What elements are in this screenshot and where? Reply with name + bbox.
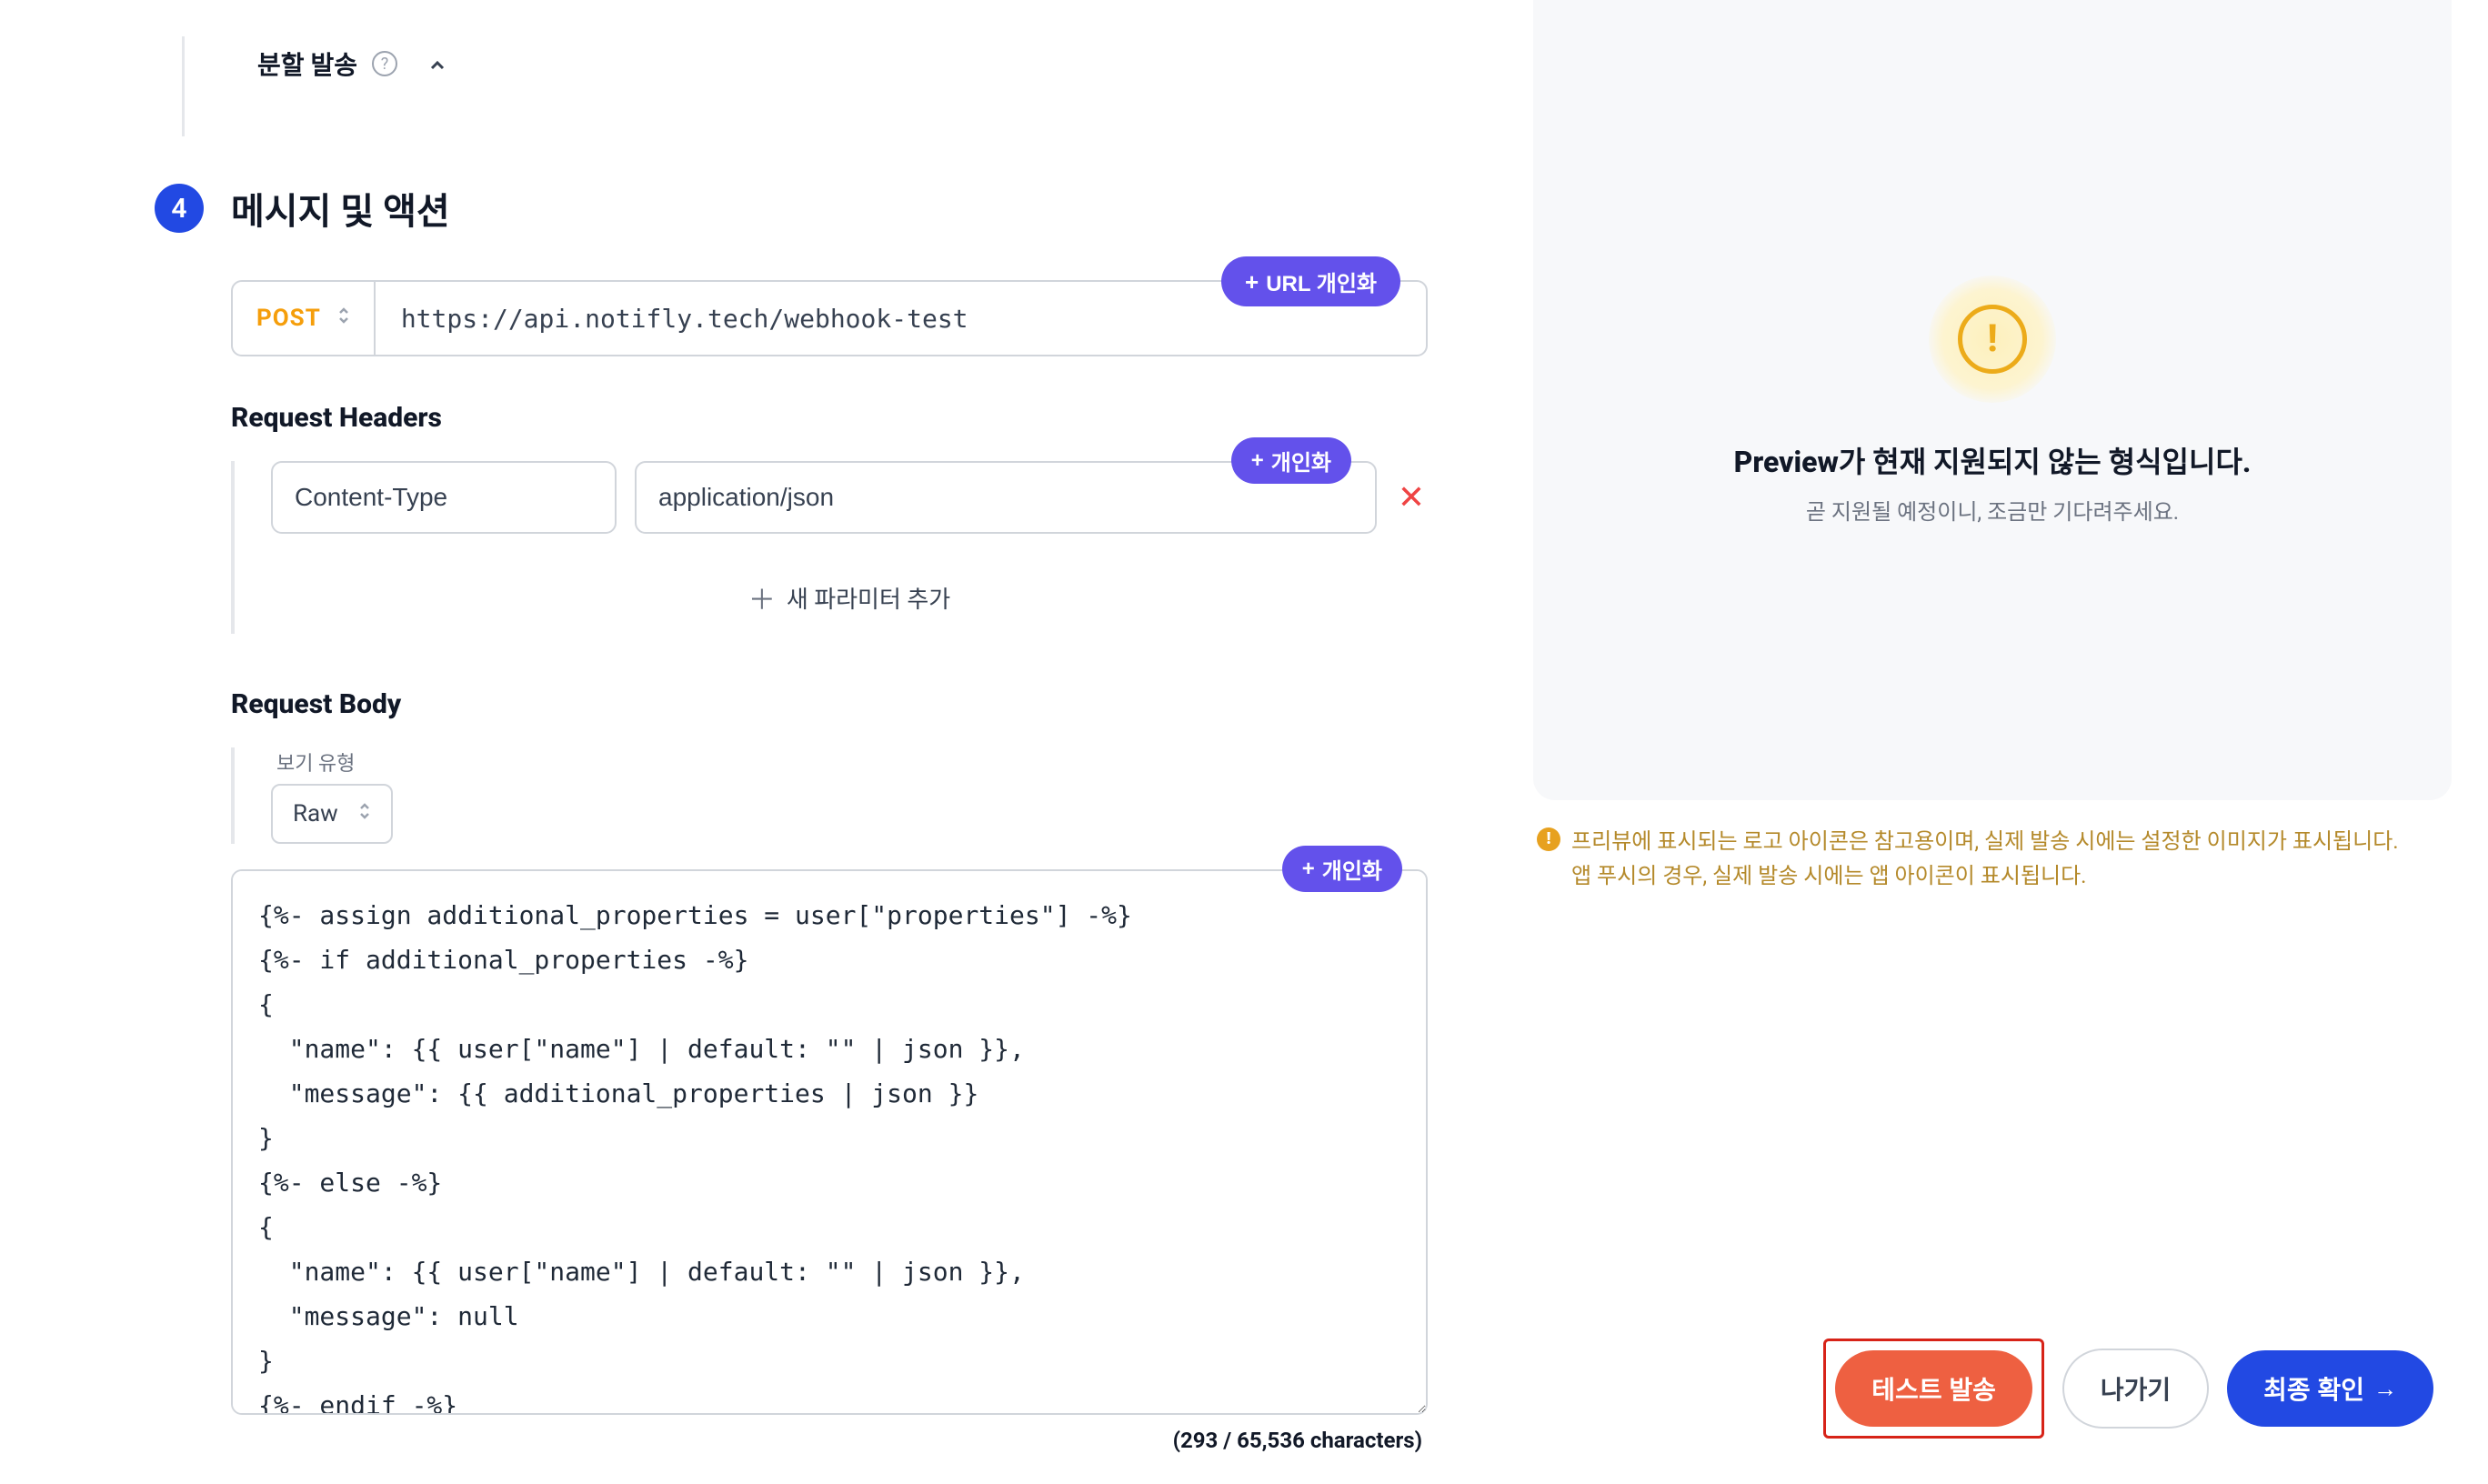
http-method-select[interactable]: POST — [233, 282, 376, 355]
chevron-up-icon[interactable] — [426, 53, 448, 75]
header-personalize-button[interactable]: + 개인화 — [1231, 437, 1351, 484]
info-icon: ! — [1537, 827, 1560, 851]
notice-line-2: 앱 푸시의 경우, 실제 발송 시에는 앱 아이콘이 표시됩니다. — [1571, 858, 2399, 893]
char-count: (293 / 65,536 characters) — [231, 1428, 1428, 1453]
header-row: + 개인화 ✕ — [271, 461, 1428, 534]
view-type-label: 보기 유형 — [271, 747, 1428, 777]
header-personalize-label: 개인화 — [1271, 445, 1331, 476]
section-4-header: 4 메시지 및 액션 — [155, 182, 1428, 235]
notice-line-1: 프리뷰에 표시되는 로고 아이콘은 참고용이며, 실제 발송 시에는 설정한 이… — [1571, 824, 2399, 858]
headers-block: + 개인화 ✕ ＋ 새 파라미터 추가 — [231, 461, 1428, 634]
request-body-title: Request Body — [231, 688, 1428, 720]
http-method-value: POST — [256, 305, 321, 332]
preview-card: ! Preview가 현재 지원되지 않는 형식입니다. 곧 지원될 예정이니,… — [1533, 0, 2452, 800]
select-arrows-icon — [358, 800, 371, 827]
warning-icon: ! — [1958, 305, 2027, 374]
select-arrows-icon — [337, 305, 350, 332]
add-parameter-label: 새 파라미터 추가 — [787, 581, 950, 615]
plus-icon: ＋ — [748, 577, 776, 617]
request-headers-title: Request Headers — [231, 402, 1428, 434]
body-personalize-label: 개인화 — [1322, 853, 1382, 885]
body-personalize-button[interactable]: + 개인화 — [1282, 846, 1402, 892]
plus-icon: + — [1302, 857, 1315, 882]
warning-glow: ! — [1929, 276, 2056, 403]
split-send-section: 분할 발송 ? — [182, 36, 1428, 136]
preview-subtitle: 곧 지원될 예정이니, 조금만 기다려주세요. — [1806, 494, 2179, 526]
url-row: + URL 개인화 POST — [231, 280, 1428, 356]
test-send-button[interactable]: 테스트 발송 — [1835, 1350, 2032, 1427]
final-confirm-label: 최종 확인 — [2263, 1370, 2364, 1407]
request-body-textarea[interactable] — [231, 869, 1428, 1415]
arrow-right-icon: → — [2373, 1375, 2397, 1403]
preview-title: Preview가 현재 지원되지 않는 형식입니다. — [1734, 439, 2252, 481]
delete-header-button[interactable]: ✕ — [1395, 478, 1428, 516]
test-send-highlight: 테스트 발송 — [1823, 1339, 2044, 1439]
step-badge: 4 — [155, 184, 204, 233]
url-personalize-button[interactable]: + URL 개인화 — [1221, 256, 1400, 306]
preview-notice: ! 프리뷰에 표시되는 로고 아이콘은 참고용이며, 실제 발송 시에는 설정한… — [1533, 824, 2452, 894]
plus-icon: + — [1251, 448, 1264, 474]
final-confirm-button[interactable]: 최종 확인 → — [2227, 1350, 2433, 1427]
footer-actions: 테스트 발송 나가기 최종 확인 → — [1823, 1339, 2433, 1439]
section-title: 메시지 및 액션 — [231, 182, 450, 235]
add-parameter-button[interactable]: ＋ 새 파라미터 추가 — [271, 561, 1428, 634]
plus-icon: + — [1245, 270, 1259, 294]
test-send-label: 테스트 발송 — [1871, 1370, 1996, 1407]
view-type-value: Raw — [293, 800, 338, 827]
split-send-label: 분할 발송 — [257, 45, 357, 82]
url-personalize-label: URL 개인화 — [1266, 266, 1377, 297]
view-type-select[interactable]: Raw — [271, 784, 393, 844]
header-key-input[interactable] — [271, 461, 617, 534]
exit-label: 나가기 — [2101, 1370, 2171, 1407]
split-send-toggle[interactable]: 분할 발송 ? — [257, 45, 1428, 82]
exit-button[interactable]: 나가기 — [2062, 1349, 2209, 1429]
help-icon[interactable]: ? — [372, 51, 397, 76]
